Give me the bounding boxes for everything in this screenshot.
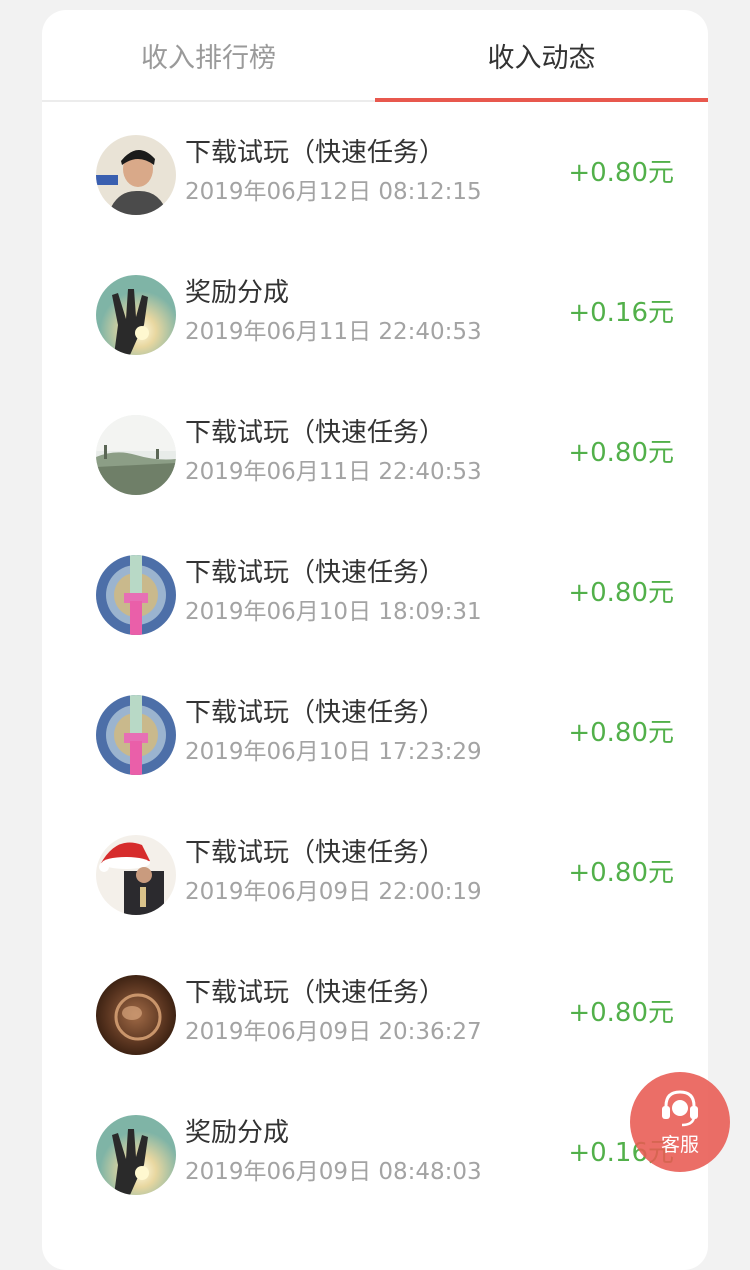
item-title: 下载试玩（快速任务） — [185, 418, 446, 448]
list-item[interactable]: 下载试玩（快速任务） 2019年06月09日 20:36:27 +0.80元 — [42, 942, 708, 1082]
income-card: 收入排行榜 收入动态 下载试玩（快速任务） 2019年06月12日 08:12:… — [42, 10, 708, 1270]
item-time: 2019年06月11日 22:40:53 — [185, 319, 482, 345]
item-time: 2019年06月09日 22:00:19 — [185, 879, 482, 905]
list-item[interactable]: 下载试玩（快速任务） 2019年06月10日 17:23:29 +0.80元 — [42, 662, 708, 802]
avatar — [96, 835, 176, 915]
avatar — [96, 1115, 176, 1195]
item-title: 奖励分成 — [185, 1118, 290, 1148]
item-amount: +0.80元 — [568, 578, 674, 608]
item-time: 2019年06月09日 08:48:03 — [185, 1159, 482, 1185]
tab-bar: 收入排行榜 收入动态 — [42, 10, 708, 102]
item-time: 2019年06月12日 08:12:15 — [185, 179, 482, 205]
item-title: 下载试玩（快速任务） — [185, 978, 446, 1008]
item-title: 下载试玩（快速任务） — [185, 698, 446, 728]
item-time: 2019年06月09日 20:36:27 — [185, 1019, 482, 1045]
item-title: 下载试玩（快速任务） — [185, 838, 446, 868]
item-amount: +0.16元 — [568, 298, 674, 328]
avatar — [96, 695, 176, 775]
item-time: 2019年06月10日 17:23:29 — [185, 739, 482, 765]
list-item[interactable]: 下载试玩（快速任务） 2019年06月10日 18:09:31 +0.80元 — [42, 522, 708, 662]
item-amount: +0.80元 — [568, 998, 674, 1028]
item-time: 2019年06月11日 22:40:53 — [185, 459, 482, 485]
avatar — [96, 555, 176, 635]
avatar — [96, 135, 176, 215]
list-item[interactable]: 奖励分成 2019年06月11日 22:40:53 +0.16元 — [42, 242, 708, 382]
tab-income-ranking[interactable]: 收入排行榜 — [42, 10, 375, 100]
item-amount: +0.80元 — [568, 158, 674, 188]
customer-service-button[interactable]: 客服 — [630, 1072, 730, 1172]
avatar — [96, 275, 176, 355]
tab-income-feed[interactable]: 收入动态 — [375, 10, 708, 102]
list-item[interactable]: 下载试玩（快速任务） 2019年06月12日 08:12:15 +0.80元 — [42, 102, 708, 242]
list-item[interactable]: 下载试玩（快速任务） 2019年06月09日 22:00:19 +0.80元 — [42, 802, 708, 942]
avatar — [96, 415, 176, 495]
item-title: 下载试玩（快速任务） — [185, 138, 446, 168]
item-time: 2019年06月10日 18:09:31 — [185, 599, 482, 625]
avatar — [96, 975, 176, 1055]
item-title: 下载试玩（快速任务） — [185, 558, 446, 588]
item-amount: +0.80元 — [568, 858, 674, 888]
item-title: 奖励分成 — [185, 278, 290, 308]
list-item[interactable]: 奖励分成 2019年06月09日 08:48:03 +0.16元 — [42, 1082, 708, 1222]
customer-service-label: 客服 — [660, 1133, 699, 1156]
headset-icon — [662, 1089, 698, 1126]
list-item[interactable]: 下载试玩（快速任务） 2019年06月11日 22:40:53 +0.80元 — [42, 382, 708, 522]
item-amount: +0.80元 — [568, 438, 674, 468]
item-amount: +0.80元 — [568, 718, 674, 748]
income-list: 下载试玩（快速任务） 2019年06月12日 08:12:15 +0.80元 奖… — [42, 102, 708, 1222]
